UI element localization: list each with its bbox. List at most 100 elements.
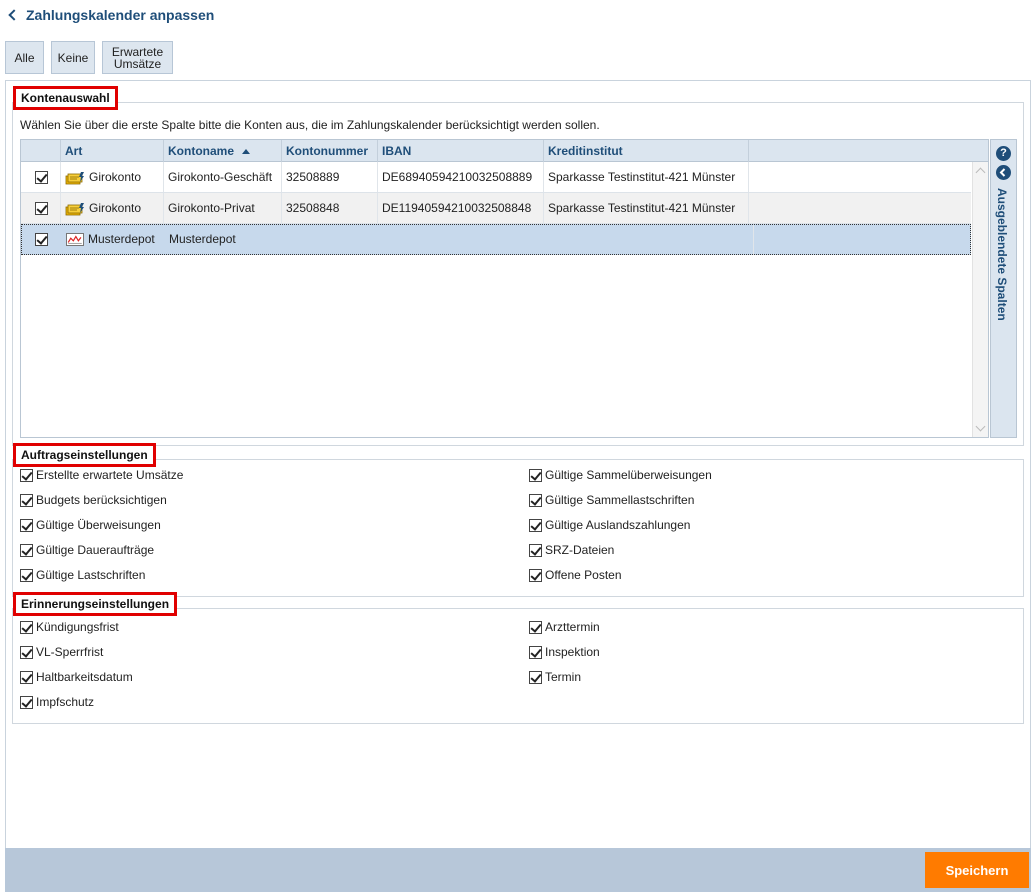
- option-checkbox[interactable]: [20, 568, 33, 582]
- depot-chart-icon: [66, 233, 84, 247]
- option-sammellastschriften[interactable]: Gültige Sammellastschriften: [529, 492, 694, 508]
- option-budgets[interactable]: Budgets berücksichtigen: [20, 492, 167, 508]
- option-haltbarkeitsdatum[interactable]: Haltbarkeitsdatum: [20, 669, 133, 685]
- row-checkbox[interactable]: [35, 202, 48, 215]
- cell-iban: DE11940594210032508848: [378, 193, 544, 223]
- save-button[interactable]: Speichern: [925, 852, 1029, 888]
- cell-kreditinstitut: Sparkasse Testinstitut-421 Münster: [544, 193, 749, 223]
- col-art-header[interactable]: Art: [61, 140, 164, 162]
- col-kontoname-header[interactable]: Kontoname: [164, 140, 282, 162]
- option-offene-posten[interactable]: Offene Posten: [529, 567, 622, 583]
- option-label: Gültige Sammelüberweisungen: [545, 468, 712, 482]
- hidden-columns-panel[interactable]: ? Ausgeblendete Spalten: [990, 139, 1017, 438]
- option-checkbox[interactable]: [529, 620, 542, 634]
- col-select-header[interactable]: [21, 140, 61, 162]
- expand-left-icon[interactable]: [996, 165, 1011, 180]
- cell-art: Girokonto: [61, 193, 164, 223]
- select-none-button[interactable]: Keine: [51, 41, 95, 74]
- hidden-columns-label[interactable]: Ausgeblendete Spalten: [995, 188, 1009, 321]
- option-label: Inspektion: [545, 645, 600, 659]
- scroll-up-icon[interactable]: [975, 167, 986, 178]
- col-kontonummer-header[interactable]: Kontonummer: [282, 140, 378, 162]
- table-row[interactable]: Girokonto Girokonto-Geschäft 32508889 DE…: [21, 162, 971, 193]
- help-icon[interactable]: ?: [996, 146, 1011, 161]
- page-title[interactable]: Zahlungskalender anpassen: [6, 6, 214, 24]
- reminders-section: [12, 608, 1024, 724]
- row-select-cell[interactable]: [21, 162, 61, 192]
- col-kreditinstitut-label: Kreditinstitut: [548, 144, 623, 158]
- option-label: SRZ-Dateien: [545, 543, 615, 557]
- option-label: Gültige Lastschriften: [36, 568, 146, 582]
- col-art-label: Art: [65, 144, 83, 158]
- option-impfschutz[interactable]: Impfschutz: [20, 694, 94, 710]
- orders-legend: Auftragseinstellungen: [13, 443, 156, 467]
- cell-art: Girokonto: [61, 162, 164, 192]
- option-checkbox[interactable]: [20, 468, 33, 482]
- option-label: Impfschutz: [36, 695, 95, 709]
- cell-kontoname: Girokonto-Geschäft: [164, 162, 282, 192]
- option-checkbox[interactable]: [20, 670, 33, 684]
- select-all-button[interactable]: Alle: [5, 41, 44, 74]
- option-checkbox[interactable]: [20, 493, 33, 507]
- grid-header: Art Kontoname Kontonummer IBAN Kreditins…: [21, 140, 988, 162]
- option-checkbox[interactable]: [20, 645, 33, 659]
- option-kuendigungsfrist[interactable]: Kündigungsfrist: [20, 619, 119, 635]
- expected-transactions-label-1: Erwartete: [111, 44, 164, 59]
- option-srz-dateien[interactable]: SRZ-Dateien: [529, 542, 614, 558]
- option-arzttermin[interactable]: Arzttermin: [529, 619, 600, 635]
- sort-ascending-icon: [242, 149, 250, 155]
- cell-art-text: Girokonto: [89, 170, 142, 184]
- option-ueberweisungen[interactable]: Gültige Überweisungen: [20, 517, 161, 533]
- col-iban-label: IBAN: [382, 144, 412, 158]
- expected-transactions-button[interactable]: Erwartete Umsätze: [102, 41, 173, 74]
- option-vl-sperrfrist[interactable]: VL-Sperrfrist: [20, 644, 103, 660]
- option-label: Haltbarkeitsdatum: [36, 670, 133, 684]
- table-row[interactable]: Musterdepot Musterdepot: [21, 224, 971, 255]
- option-termin[interactable]: Termin: [529, 669, 581, 685]
- accounts-grid: Art Kontoname Kontonummer IBAN Kreditins…: [20, 139, 989, 438]
- scroll-down-icon[interactable]: [975, 421, 986, 432]
- col-kontonummer-label: Kontonummer: [286, 144, 368, 158]
- option-checkbox[interactable]: [529, 543, 542, 557]
- option-inspektion[interactable]: Inspektion: [529, 644, 600, 660]
- col-iban-header[interactable]: IBAN: [378, 140, 544, 162]
- option-dauerauftraege[interactable]: Gültige Daueraufträge: [20, 542, 154, 558]
- option-checkbox[interactable]: [20, 695, 33, 709]
- option-lastschriften[interactable]: Gültige Lastschriften: [20, 567, 145, 583]
- option-label: Gültige Daueraufträge: [36, 543, 155, 557]
- back-chevron-icon[interactable]: [6, 7, 22, 23]
- cell-kontonummer: 32508848: [282, 193, 378, 223]
- cell-kontoname: Musterdepot: [169, 232, 236, 246]
- option-label: Kündigungsfrist: [36, 620, 119, 634]
- cell-art: Musterdepot: [62, 225, 165, 255]
- col-kreditinstitut-header[interactable]: Kreditinstitut: [544, 140, 749, 162]
- option-checkbox[interactable]: [529, 568, 542, 582]
- option-label: Budgets berücksichtigen: [36, 493, 167, 507]
- option-label: Gültige Auslandszahlungen: [545, 518, 691, 532]
- footer-bar: [5, 848, 1031, 892]
- option-checkbox[interactable]: [529, 670, 542, 684]
- option-checkbox[interactable]: [20, 518, 33, 532]
- option-sammelueberweisungen[interactable]: Gültige Sammelüberweisungen: [529, 467, 712, 483]
- col-kontoname-label: Kontoname: [168, 144, 234, 158]
- option-checkbox[interactable]: [20, 620, 33, 634]
- expected-transactions-label-2: Umsätze: [113, 56, 162, 71]
- row-checkbox[interactable]: [35, 171, 48, 184]
- option-erstellte-umsaetze[interactable]: Erstellte erwartete Umsätze: [20, 467, 183, 483]
- option-checkbox[interactable]: [529, 468, 542, 482]
- option-auslandszahlungen[interactable]: Gültige Auslandszahlungen: [529, 517, 690, 533]
- option-checkbox[interactable]: [529, 518, 542, 532]
- option-checkbox[interactable]: [20, 543, 33, 557]
- option-label: Gültige Sammellastschriften: [545, 493, 695, 507]
- row-select-cell[interactable]: [21, 193, 61, 223]
- table-row[interactable]: Girokonto Girokonto-Privat 32508848 DE11…: [21, 193, 971, 224]
- row-divider: [749, 225, 754, 255]
- grid-vertical-scrollbar[interactable]: [972, 162, 988, 437]
- row-checkbox[interactable]: [35, 233, 48, 246]
- option-checkbox[interactable]: [529, 493, 542, 507]
- cell-kontonummer: 32508889: [282, 162, 378, 192]
- cell-art-text: Musterdepot: [88, 232, 155, 246]
- option-checkbox[interactable]: [529, 645, 542, 659]
- option-label: VL-Sperrfrist: [36, 645, 104, 659]
- row-select-cell[interactable]: [22, 225, 62, 255]
